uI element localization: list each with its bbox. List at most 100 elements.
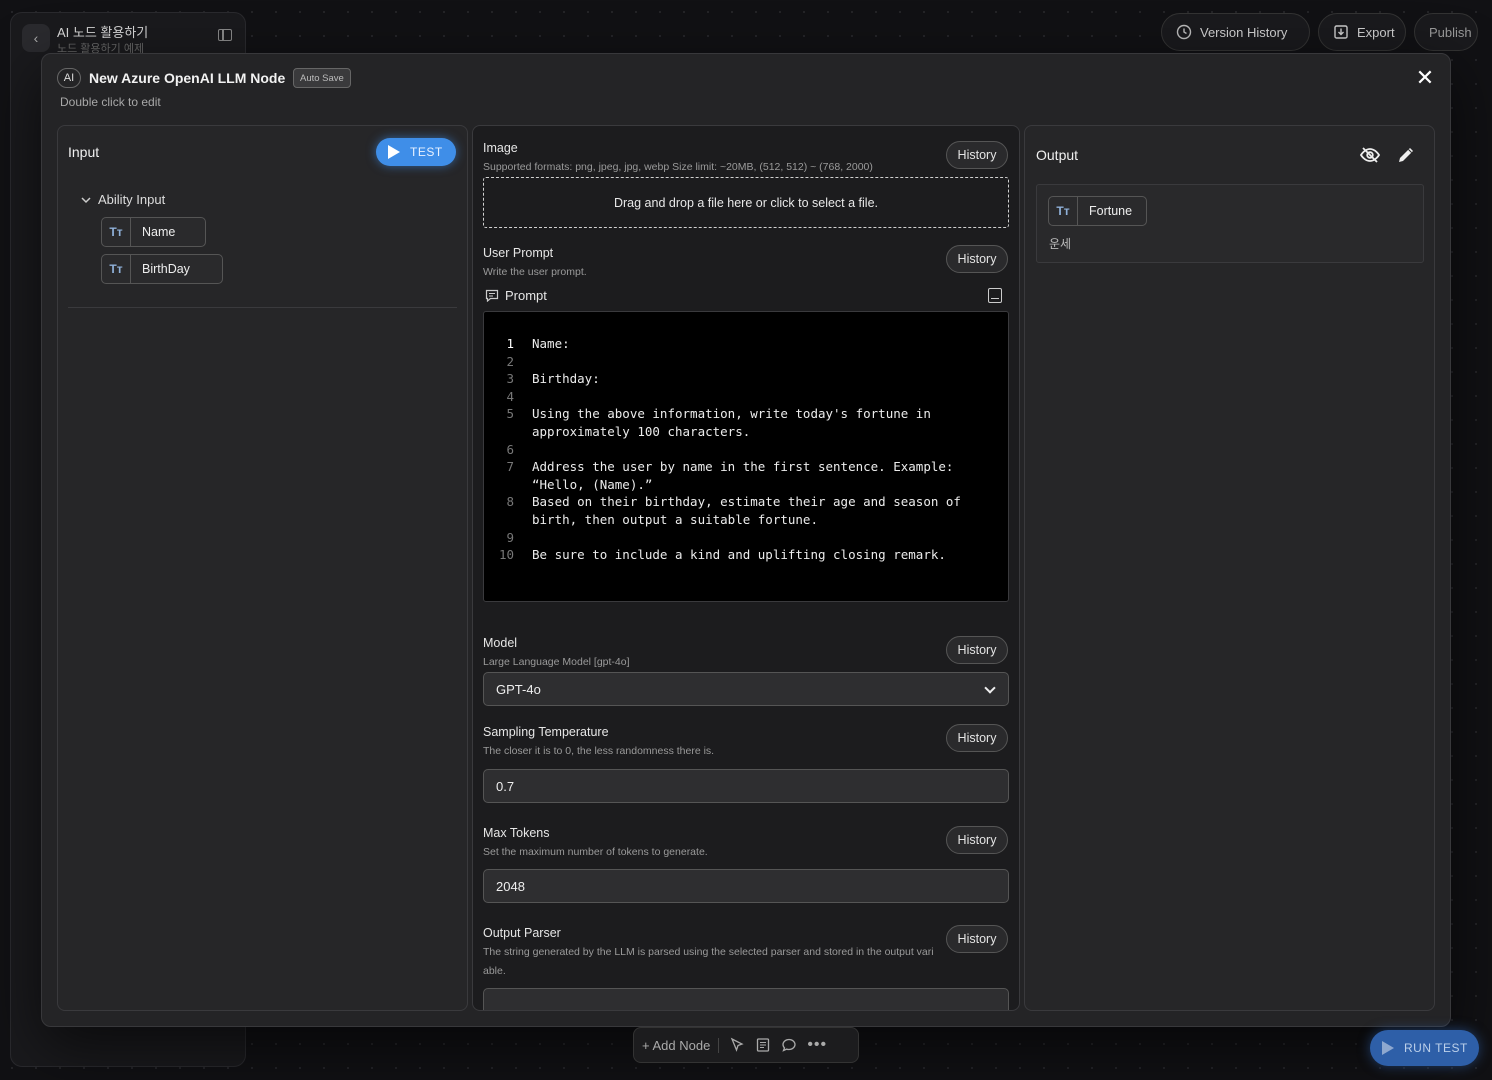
- line-text: Using the above information, write today…: [532, 406, 939, 439]
- code-line: 9: [484, 529, 1008, 547]
- max-tokens-input[interactable]: 2048: [483, 869, 1009, 903]
- model-desc: Large Language Model [gpt-4o]: [483, 656, 630, 668]
- version-history-label: Version History: [1200, 24, 1288, 40]
- line-text: Name:: [532, 336, 570, 351]
- model-select-value: GPT-4o: [496, 681, 541, 697]
- output-parser-history-button[interactable]: History: [946, 925, 1008, 953]
- user-prompt-history-button[interactable]: History: [946, 245, 1008, 273]
- comment-icon[interactable]: [781, 1037, 797, 1053]
- text-type-icon: Tт: [102, 218, 131, 246]
- node-edit-hint: Double click to edit: [60, 95, 161, 109]
- model-select[interactable]: GPT-4o: [483, 672, 1009, 706]
- output-variable-card: Tт Fortune 운세: [1036, 184, 1424, 263]
- pointer-icon[interactable]: [729, 1037, 745, 1053]
- input-panel: Input TEST Ability Input Tт Name Tт Birt…: [57, 125, 468, 1011]
- code-line: 2: [484, 353, 1008, 371]
- comment-icon: [485, 289, 499, 302]
- code-line: 6: [484, 441, 1008, 459]
- output-parser-select[interactable]: [483, 988, 1009, 1010]
- test-label: TEST: [410, 145, 443, 159]
- output-parser-desc: The string generated by the LLM is parse…: [483, 946, 934, 977]
- output-panel: Output Tт Fortune 운세: [1024, 125, 1435, 1011]
- line-number: 4: [506, 388, 514, 404]
- text-type-icon: Tт: [102, 255, 131, 283]
- add-node-button[interactable]: + Add Node: [642, 1037, 720, 1053]
- temperature-desc: The closer it is to 0, the less randomne…: [483, 745, 715, 757]
- model-label: Model: [483, 636, 518, 650]
- max-tokens-label: Max Tokens: [483, 826, 550, 840]
- code-line: 10 Be sure to include a kind and upliftin…: [484, 546, 1008, 564]
- sidebar-toggle-icon[interactable]: [218, 29, 232, 41]
- ability-input-label: Ability Input: [98, 192, 166, 207]
- chevron-down-icon: [81, 196, 91, 203]
- line-number: 6: [506, 441, 514, 457]
- code-line: 3 Birthday:: [484, 370, 1008, 388]
- divider: [68, 307, 457, 308]
- play-icon: [1382, 1041, 1394, 1055]
- model-history-button[interactable]: History: [946, 636, 1008, 664]
- publish-label: Publish: [1429, 24, 1472, 40]
- output-variable-fortune[interactable]: Tт Fortune: [1048, 196, 1147, 226]
- variable-label: Fortune: [1089, 204, 1133, 218]
- image-history-button[interactable]: History: [946, 141, 1008, 169]
- autosave-badge: Auto Save: [293, 68, 351, 88]
- ability-input-group[interactable]: Ability Input: [80, 192, 165, 207]
- project-title: AI 노드 활용하기: [57, 25, 149, 40]
- user-prompt-label: User Prompt: [483, 246, 554, 260]
- version-history-button[interactable]: Version History: [1161, 13, 1310, 51]
- temperature-input[interactable]: 0.7: [483, 769, 1009, 803]
- line-text: Be sure to include a kind and uplifting …: [532, 547, 946, 563]
- max-tokens-desc: Set the maximum number of tokens to gene…: [483, 846, 708, 858]
- eye-off-icon[interactable]: [1360, 147, 1380, 163]
- image-dropzone[interactable]: Drag and drop a file here or click to se…: [483, 177, 1009, 228]
- export-icon: [1333, 24, 1349, 40]
- code-line: 5 Using the above information, write toda…: [484, 405, 1008, 440]
- more-icon[interactable]: •••: [807, 1036, 827, 1054]
- play-icon: [388, 145, 400, 159]
- user-prompt-desc: Write the user prompt.: [483, 266, 587, 278]
- book-icon[interactable]: [988, 288, 1002, 303]
- line-number: 7: [506, 459, 514, 475]
- line-number: 5: [506, 406, 514, 422]
- line-number: 10: [498, 547, 514, 563]
- line-text: [514, 388, 984, 406]
- max-tokens-history-button[interactable]: History: [946, 826, 1008, 854]
- chevron-down-icon: [984, 682, 996, 694]
- node-title[interactable]: New Azure OpenAI LLM Node: [89, 70, 285, 86]
- prompt-editor-header: Prompt: [485, 288, 547, 303]
- line-text: Address the user by name in the first se…: [532, 459, 961, 492]
- back-button[interactable]: ‹: [22, 24, 50, 52]
- code-line: 7 Address the user by name in the first s…: [484, 458, 1008, 493]
- output-panel-title: Output: [1036, 147, 1079, 163]
- temperature-label: Sampling Temperature: [483, 725, 609, 739]
- note-icon[interactable]: [755, 1037, 771, 1053]
- ai-badge: AI: [57, 68, 81, 88]
- prompt-code-editor[interactable]: 1 Name: 2 3 Birthday: 4 5 Using the above infor…: [483, 311, 1009, 602]
- code-line: 1 Name:: [484, 335, 1008, 353]
- text-type-icon: Tт: [1049, 197, 1078, 225]
- input-variable-birthday[interactable]: Tт BirthDay: [101, 254, 223, 284]
- export-button[interactable]: Export: [1318, 13, 1406, 51]
- close-icon[interactable]: ✕: [1413, 67, 1437, 91]
- code-line: 4: [484, 388, 1008, 406]
- export-label: Export: [1357, 24, 1395, 40]
- input-variable-name[interactable]: Tт Name: [101, 217, 206, 247]
- line-number: 2: [506, 353, 514, 369]
- prompt-editor-title: Prompt: [505, 288, 547, 303]
- test-button[interactable]: TEST: [376, 138, 456, 166]
- edit-pencil-icon[interactable]: [1397, 146, 1415, 164]
- history-clock-icon: [1176, 24, 1192, 40]
- canvas-toolbar: + Add Node •••: [633, 1027, 859, 1063]
- variable-label: BirthDay: [142, 262, 190, 276]
- run-test-button[interactable]: RUN TEST: [1370, 1030, 1479, 1066]
- image-label: Image: [483, 141, 518, 155]
- temperature-history-button[interactable]: History: [946, 724, 1008, 752]
- line-text: [514, 529, 984, 547]
- code-line: 8 Based on their birthday, estimate their…: [484, 493, 1008, 528]
- run-test-label: RUN TEST: [1404, 1041, 1468, 1055]
- line-number: 9: [506, 529, 514, 545]
- line-number: 1: [506, 336, 514, 351]
- publish-button[interactable]: Publish: [1414, 13, 1478, 51]
- line-text: Based on their birthday, estimate their …: [532, 494, 969, 527]
- line-text: [514, 353, 984, 371]
